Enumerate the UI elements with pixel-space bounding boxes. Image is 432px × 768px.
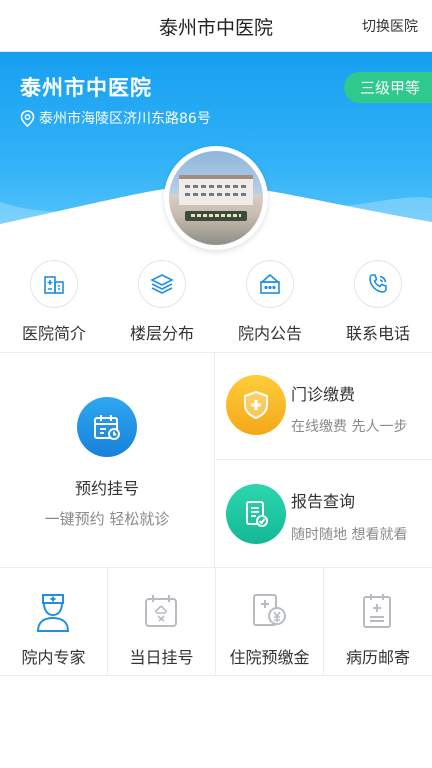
report-title: 报告查询 bbox=[291, 492, 356, 511]
quick-link-label: 楼层分布 bbox=[129, 324, 194, 343]
service-hospital-experts[interactable]: 院内专家 bbox=[0, 568, 108, 675]
quick-link-announcements[interactable]: 院内公告 bbox=[216, 258, 324, 350]
report-document-icon bbox=[226, 484, 286, 544]
top-bar: 泰州市中医院 切换医院 bbox=[0, 0, 432, 52]
service-medical-record-mail[interactable]: 病历邮寄 bbox=[324, 568, 432, 675]
nurse-icon bbox=[36, 594, 70, 632]
appointment-card[interactable]: 预约挂号 一键预约 轻松就诊 bbox=[0, 353, 215, 567]
calendar-icon bbox=[77, 397, 137, 457]
hospital-address-text: 泰州市海陵区济川东路86号 bbox=[39, 111, 211, 127]
hospital-building-icon bbox=[44, 276, 64, 294]
payment-subtitle: 在线缴费 先人一步 bbox=[291, 419, 408, 435]
appointment-title: 预约挂号 bbox=[74, 479, 139, 498]
quick-links: 医院简介 楼层分布 院内公告 联系电话 bbox=[0, 258, 432, 350]
switch-hospital-button[interactable]: 切换医院 bbox=[362, 16, 418, 36]
service-same-day-registration[interactable]: 当日挂号 bbox=[108, 568, 216, 675]
service-label: 当日挂号 bbox=[129, 648, 194, 667]
payment-title: 门诊缴费 bbox=[291, 385, 356, 404]
service-label: 院内专家 bbox=[21, 648, 86, 667]
quick-link-label: 医院简介 bbox=[21, 324, 86, 343]
appointment-subtitle: 一键预约 轻松就诊 bbox=[44, 510, 170, 528]
quick-link-contact-phone[interactable]: 联系电话 bbox=[324, 258, 432, 350]
medical-record-icon bbox=[363, 594, 391, 628]
service-inpatient-deposit[interactable]: 住院预缴金 bbox=[216, 568, 324, 675]
location-pin-icon bbox=[20, 109, 35, 127]
report-subtitle: 随时随地 想看就看 bbox=[291, 527, 408, 543]
service-grid: 预约挂号 一键预约 轻松就诊 门诊缴费 在线缴费 先人一步 报告查询 随时随地 … bbox=[0, 352, 432, 568]
notice-house-icon bbox=[259, 273, 281, 294]
bottom-services: 院内专家 当日挂号 住院预缴金 病历邮寄 bbox=[0, 568, 432, 676]
today-calendar-icon bbox=[145, 595, 177, 627]
quick-link-label: 联系电话 bbox=[345, 324, 410, 343]
quick-link-label: 院内公告 bbox=[237, 324, 302, 343]
service-label: 病历邮寄 bbox=[345, 648, 410, 667]
quick-link-floor-layout[interactable]: 楼层分布 bbox=[108, 258, 216, 350]
hospital-name: 泰州市中医院 bbox=[20, 76, 152, 100]
hospital-level-badge: 三级甲等 bbox=[343, 72, 432, 103]
report-query-card[interactable]: 报告查询 随时随地 想看就看 bbox=[216, 460, 432, 567]
service-label: 住院预缴金 bbox=[229, 648, 310, 667]
layers-icon bbox=[150, 274, 174, 294]
phone-icon bbox=[369, 274, 387, 293]
quick-link-hospital-intro[interactable]: 医院简介 bbox=[0, 258, 108, 350]
hospital-address: 泰州市海陵区济川东路86号 bbox=[20, 108, 211, 128]
deposit-document-icon bbox=[253, 594, 286, 626]
outpatient-payment-card[interactable]: 门诊缴费 在线缴费 先人一步 bbox=[216, 353, 432, 460]
hospital-photo bbox=[164, 146, 268, 250]
payment-shield-icon bbox=[226, 375, 286, 435]
